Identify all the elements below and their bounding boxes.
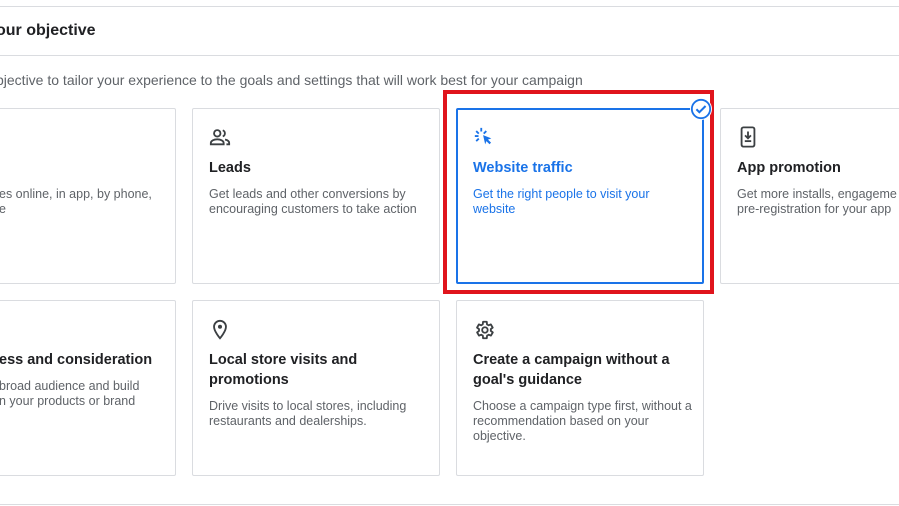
objective-card-sales[interactable]: es online, in app, by phone, e: [0, 108, 176, 284]
page-title: our objective: [0, 22, 96, 39]
card-description: broad audience and build n your products…: [0, 379, 140, 408]
objective-card-no-guidance[interactable]: Create a campaign without a goal's guida…: [456, 300, 704, 476]
card-title: Leads: [209, 160, 251, 176]
card-description: Choose a campaign type first, without a …: [473, 399, 692, 443]
card-title: Create a campaign without a goal's guida…: [473, 352, 670, 388]
card-description: es online, in app, by phone, e: [0, 187, 152, 216]
bottom-divider: [0, 504, 899, 505]
card-title: ess and consideration: [0, 352, 153, 368]
phone-download-icon: [740, 126, 756, 148]
card-description: Get leads and other conversions by encou…: [209, 187, 417, 216]
location-pin-icon: [213, 319, 227, 340]
header-bar: our objective: [0, 7, 899, 56]
card-title: App promotion: [737, 160, 841, 176]
selection-highlight-box: [443, 90, 714, 294]
page-subtitle: bjective to tailor your experience to th…: [0, 72, 583, 88]
card-description: Drive visits to local stores, including …: [209, 399, 407, 428]
objective-card-app-promotion[interactable]: App promotion Get more installs, engagem…: [720, 108, 899, 284]
objective-card-local-store[interactable]: Local store visits and promotions Drive …: [192, 300, 440, 476]
objective-card-awareness[interactable]: ess and consideration broad audience and…: [0, 300, 176, 476]
objective-card-leads[interactable]: Leads Get leads and other conversions by…: [192, 108, 440, 284]
card-description: Get more installs, engageme pre-registra…: [737, 187, 897, 216]
check-circle-icon: [690, 98, 712, 120]
gear-icon: [476, 320, 494, 340]
people-icon: [209, 129, 231, 146]
card-title: Local store visits and promotions: [209, 352, 358, 388]
